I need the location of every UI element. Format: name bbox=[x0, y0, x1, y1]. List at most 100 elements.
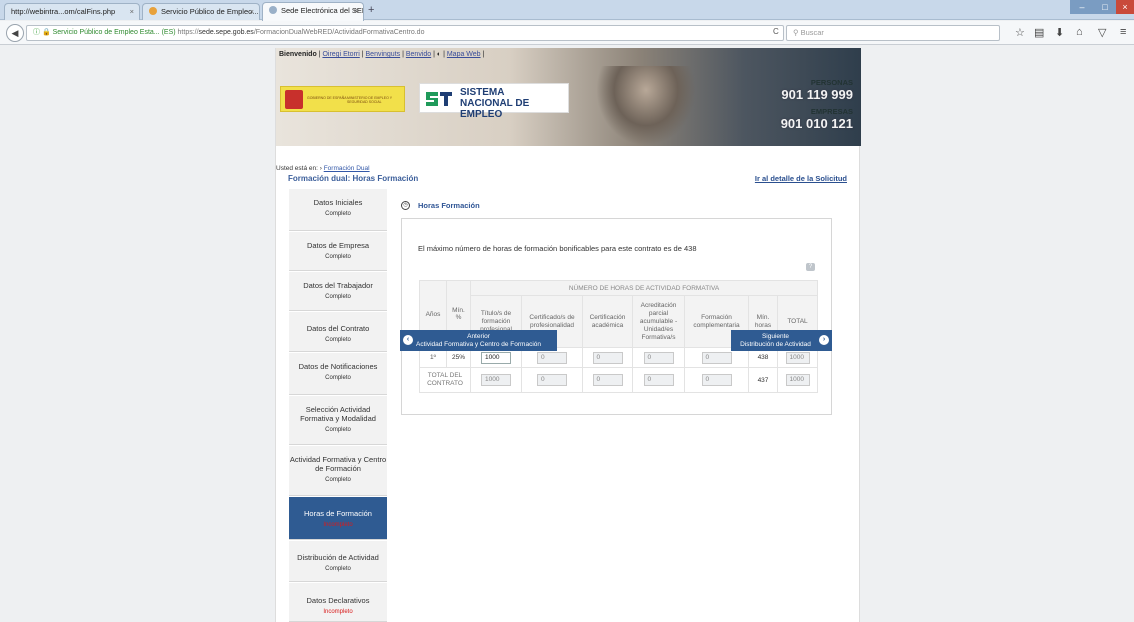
page-header-banner: Bienvenido | Oiregi Etorri | Benvinguts … bbox=[276, 48, 861, 146]
personas-label: PERSONAS bbox=[810, 78, 853, 87]
step-status: Incompleto bbox=[323, 609, 353, 615]
sidebar-item-horas-formacion[interactable]: Horas de Formación Incompleto bbox=[289, 497, 387, 540]
search-placeholder: Buscar bbox=[800, 28, 824, 37]
chevron-left-icon: ‹ bbox=[403, 335, 413, 345]
sne-line1: SISTEMA bbox=[460, 87, 505, 98]
info-icon[interactable]: ⓘ 🔒 bbox=[33, 29, 51, 36]
url-bar[interactable]: ⓘ 🔒 Servicio Público de Empleo Esta... (… bbox=[26, 25, 784, 41]
audio-icon[interactable]: ◐ bbox=[437, 51, 441, 58]
lang-link-catalan[interactable]: Benvinguts bbox=[366, 51, 401, 58]
government-logo[interactable]: GOBIERNO DE ESPAÑA MINISTERIO DE EMPLEO … bbox=[280, 86, 405, 112]
site-map-link[interactable]: Mapa Web bbox=[447, 51, 481, 58]
welcome-label: Bienvenido bbox=[279, 51, 317, 58]
minimize-button[interactable]: – bbox=[1070, 0, 1094, 14]
step-status: Completo bbox=[325, 477, 351, 483]
total-label: TOTAL DEL CONTRATO bbox=[419, 367, 471, 393]
section-title: Horas Formación bbox=[418, 201, 480, 210]
lang-link-galician[interactable]: Benvido bbox=[406, 51, 431, 58]
total-titulo-field: 1000 bbox=[481, 374, 511, 386]
help-icon[interactable]: ? bbox=[806, 263, 815, 271]
sidebar-item-label: Horas de Formación bbox=[304, 509, 372, 518]
breadcrumb: Usted está en: › Formación Dual bbox=[276, 165, 370, 172]
sidebar-item-datos-empresa[interactable]: Datos de Empresa Completo bbox=[289, 232, 387, 271]
sidebar-item-datos-iniciales[interactable]: Datos Iniciales Completo bbox=[289, 189, 387, 231]
complementaria-input[interactable]: 0 bbox=[701, 351, 732, 364]
sidebar-item-distribucion-actividad[interactable]: Distribución de Actividad Completo bbox=[289, 541, 387, 582]
favicon-icon bbox=[269, 6, 277, 14]
browser-tab-2[interactable]: Servicio Público de Empleo... × bbox=[142, 3, 260, 20]
page-title: Formación dual: Horas Formación bbox=[288, 174, 419, 183]
phone-contacts: PERSONAS 901 119 999 EMPRESAS 901 010 12… bbox=[781, 78, 853, 131]
menu-icon[interactable]: ≡ bbox=[1120, 26, 1126, 38]
breadcrumb-link[interactable]: Formación Dual bbox=[324, 165, 370, 172]
close-tab-icon[interactable]: × bbox=[250, 7, 254, 16]
total-certificado-field: 0 bbox=[537, 374, 567, 386]
sne-line2: NACIONAL DE EMPLEO bbox=[460, 98, 530, 120]
sidebar-item-label: Distribución de Actividad bbox=[297, 553, 379, 562]
url-scheme: https:// bbox=[177, 29, 199, 36]
sidebar-item-datos-notificaciones[interactable]: Datos de Notificaciones Completo bbox=[289, 353, 387, 395]
certificacion-input[interactable]: 0 bbox=[592, 351, 623, 364]
user-link[interactable]: Oiregi Etorri bbox=[322, 51, 359, 58]
col-acreditacion-header: Acreditación parcial acumulable - Unidad… bbox=[632, 295, 685, 348]
sidebar-item-label: Datos Declarativos bbox=[306, 596, 370, 605]
search-icon: ⚲ bbox=[793, 28, 801, 37]
step-status: Completo bbox=[325, 375, 351, 381]
gov-logo-text: GOBIERNO DE ESPAÑA bbox=[307, 96, 347, 100]
personas-phone: 901 119 999 bbox=[781, 87, 853, 102]
empresas-phone: 901 010 121 bbox=[780, 116, 853, 131]
browser-tab-1[interactable]: http://webintra...om/calFins.php × bbox=[4, 3, 140, 20]
site-identity: Servicio Público de Empleo Esta... (ES) bbox=[52, 29, 176, 36]
next-line1: Siguiente bbox=[761, 333, 790, 340]
prev-line1: Anterior bbox=[467, 333, 490, 340]
total-total-field: 1000 bbox=[785, 374, 810, 386]
breadcrumb-prefix: Usted está en: bbox=[276, 165, 318, 172]
search-input[interactable]: ⚲ Buscar bbox=[786, 25, 1000, 41]
favicon-icon bbox=[149, 7, 157, 15]
hours-panel: El máximo número de horas de formación b… bbox=[401, 218, 832, 415]
new-tab-button[interactable]: + bbox=[368, 4, 374, 16]
detail-link[interactable]: Ir al detalle de la Solicitud bbox=[755, 174, 847, 183]
reload-icon[interactable]: C bbox=[773, 27, 779, 36]
certificado-input[interactable]: 0 bbox=[537, 351, 567, 364]
sidebar-item-label: Datos del Contrato bbox=[306, 324, 370, 333]
web-page: Bienvenido | Oiregi Etorri | Benvinguts … bbox=[275, 48, 861, 622]
chevron-right-icon: › bbox=[819, 335, 829, 345]
sidebar-item-actividad-formativa[interactable]: Actividad Formativa y Centro de Formació… bbox=[289, 446, 387, 496]
sidebar-item-datos-declarativos[interactable]: Datos Declarativos Incompleto bbox=[289, 583, 387, 622]
next-button[interactable]: › Siguiente Distribución de Actividad bbox=[731, 330, 832, 351]
welcome-bar: Bienvenido | Oiregi Etorri | Benvinguts … bbox=[279, 51, 485, 58]
col-certificacion-header: Certificación académica bbox=[582, 295, 633, 348]
close-tab-icon[interactable]: × bbox=[354, 6, 358, 15]
maximize-button[interactable]: □ bbox=[1094, 0, 1116, 14]
tab-label: Servicio Público de Empleo... bbox=[161, 7, 259, 16]
sidebar-item-label: Selección Actividad Formativa y Modalida… bbox=[300, 405, 376, 423]
sne-mark-icon bbox=[426, 92, 452, 106]
sidebar-item-datos-trabajador[interactable]: Datos del Trabajador Completo bbox=[289, 272, 387, 311]
bookmarks-icon[interactable]: ▤ bbox=[1034, 26, 1044, 39]
back-arrow-icon[interactable]: ◀ bbox=[6, 24, 24, 42]
star-icon[interactable]: ☆ bbox=[1015, 26, 1025, 39]
download-icon[interactable]: ⬇ bbox=[1055, 26, 1064, 39]
prev-line2: Actividad Formativa y Centro de Formació… bbox=[416, 341, 541, 348]
close-tab-icon[interactable]: × bbox=[130, 7, 134, 16]
pocket-icon[interactable]: ▽ bbox=[1098, 26, 1106, 39]
titulo-input[interactable]: 1000 bbox=[481, 351, 511, 364]
browser-nav-bar: ◀ ⓘ 🔒 Servicio Público de Empleo Esta...… bbox=[0, 21, 1134, 45]
tab-label: http://webintra...om/calFins.php bbox=[11, 7, 116, 16]
url-path: /FormacionDualWebRED/ActividadFormativaC… bbox=[253, 29, 425, 36]
browser-tab-3[interactable]: Sede Electrónica del SEPE. ...× bbox=[262, 2, 364, 21]
url-host: sede.sepe.gob.es bbox=[198, 29, 254, 36]
acreditacion-input[interactable]: 0 bbox=[643, 351, 674, 364]
sidebar-item-label: Datos Iniciales bbox=[313, 198, 363, 207]
total-acreditacion-field: 0 bbox=[643, 374, 674, 386]
sidebar-item-datos-contrato[interactable]: Datos del Contrato Completo bbox=[289, 312, 387, 352]
home-icon[interactable]: ⌂ bbox=[1076, 26, 1083, 38]
sne-logo[interactable]: SISTEMA NACIONAL DE EMPLEO bbox=[419, 83, 569, 120]
banner-photo bbox=[596, 66, 696, 146]
close-window-button[interactable]: × bbox=[1116, 0, 1134, 14]
step-status: Completo bbox=[325, 254, 351, 260]
sidebar-item-label: Actividad Formativa y Centro de Formació… bbox=[289, 455, 387, 473]
previous-button[interactable]: ‹ Anterior Actividad Formativa y Centro d… bbox=[400, 330, 557, 351]
sidebar-item-seleccion-actividad[interactable]: Selección Actividad Formativa y Modalida… bbox=[289, 396, 387, 445]
